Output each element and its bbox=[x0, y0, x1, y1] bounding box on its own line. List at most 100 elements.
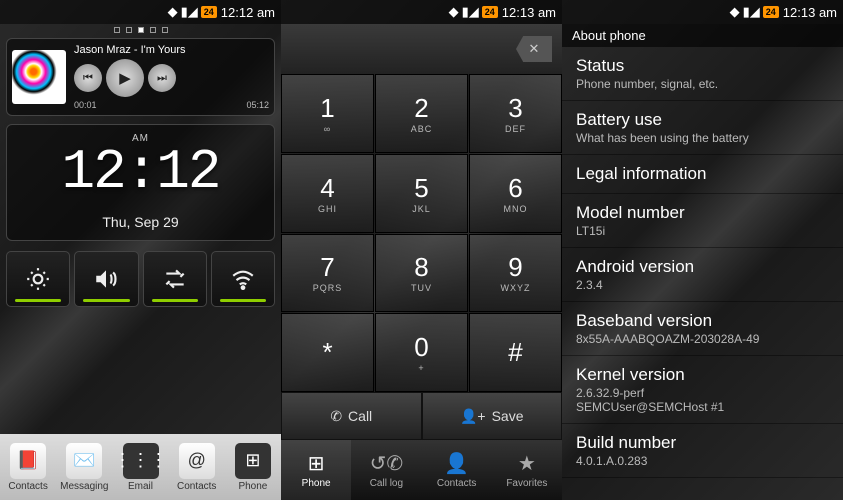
key-9[interactable]: 9WXYZ bbox=[469, 234, 562, 313]
setting-build[interactable]: Build number 4.0.1.A.0.283 bbox=[562, 424, 843, 478]
clock-time: 12:12 bbox=[11, 144, 270, 200]
play-button[interactable]: ▶ bbox=[106, 59, 144, 97]
tab-calllog[interactable]: ↺✆ Call log bbox=[351, 440, 421, 500]
pager-dot[interactable] bbox=[150, 27, 156, 33]
track-title: Jason Mraz - I'm Yours bbox=[74, 44, 269, 56]
key-5[interactable]: 5JKL bbox=[375, 154, 468, 233]
tab-favorites[interactable]: ★ Favorites bbox=[492, 440, 562, 500]
tab-label: Favorites bbox=[506, 478, 547, 489]
wifi-toggle[interactable] bbox=[211, 251, 275, 307]
setting-title: Baseband version bbox=[576, 311, 829, 331]
status-time: 12:13 am bbox=[783, 5, 837, 20]
key-6[interactable]: 6MNO bbox=[469, 154, 562, 233]
signal-icon: ▮◢ bbox=[462, 4, 479, 20]
sync-toggle[interactable] bbox=[143, 251, 207, 307]
music-widget[interactable]: Jason Mraz - I'm Yours ⏮ ▶ ⏭ 00:01 05:12 bbox=[6, 38, 275, 116]
dock-label: Contacts bbox=[177, 481, 216, 492]
contacts-icon: 👤 bbox=[444, 451, 469, 476]
setting-sub: LT15i bbox=[576, 224, 829, 238]
messaging-icon: ✉️ bbox=[66, 443, 102, 479]
setting-title: Kernel version bbox=[576, 365, 829, 385]
setting-android-version[interactable]: Android version 2.3.4 bbox=[562, 248, 843, 302]
pager-dot[interactable] bbox=[114, 27, 120, 33]
sync-icon bbox=[162, 266, 188, 292]
setting-title: Status bbox=[576, 56, 829, 76]
tab-contacts[interactable]: 👤 Contacts bbox=[422, 440, 492, 500]
calllog-icon: ↺✆ bbox=[370, 451, 404, 476]
pager-dot-active[interactable] bbox=[138, 27, 144, 33]
dial-keypad: 1∞ 2ABC 3DEF 4GHI 5JKL 6MNO 7PQRS 8TUV 9… bbox=[281, 74, 562, 392]
call-button[interactable]: ✆ Call bbox=[281, 392, 422, 440]
dialpad-icon: ⊞ bbox=[308, 451, 325, 476]
key-3[interactable]: 3DEF bbox=[469, 74, 562, 153]
dock-email[interactable]: ⋮⋮⋮ Email bbox=[112, 434, 168, 500]
music-info: Jason Mraz - I'm Yours ⏮ ▶ ⏭ 00:01 05:12 bbox=[74, 44, 269, 110]
save-button[interactable]: 👤+ Save bbox=[422, 392, 563, 440]
key-hash[interactable]: # bbox=[469, 313, 562, 392]
clock-widget[interactable]: AM 12:12 Thu, Sep 29 bbox=[6, 124, 275, 241]
key-7[interactable]: 7PQRS bbox=[281, 234, 374, 313]
key-2[interactable]: 2ABC bbox=[375, 74, 468, 153]
status-time: 12:13 am bbox=[502, 5, 556, 20]
dial-display: ✕ bbox=[281, 24, 562, 74]
tab-label: Call log bbox=[370, 478, 403, 489]
dock-contacts2[interactable]: @ Contacts bbox=[169, 434, 225, 500]
network-badge: 24 bbox=[201, 6, 217, 18]
setting-legal[interactable]: Legal information bbox=[562, 155, 843, 194]
dock-label: Email bbox=[128, 481, 153, 492]
status-icons: ◆ ▮◢ 24 bbox=[449, 4, 498, 20]
next-button[interactable]: ⏭ bbox=[148, 64, 176, 92]
status-bar: ◆ ▮◢ 24 12:13 am bbox=[562, 0, 843, 24]
setting-title: Model number bbox=[576, 203, 829, 223]
settings-list[interactable]: Status Phone number, signal, etc. Batter… bbox=[562, 47, 843, 500]
key-star[interactable]: * bbox=[281, 313, 374, 392]
dialer-actions: ✆ Call 👤+ Save bbox=[281, 392, 562, 440]
phone-icon: ⊞ bbox=[235, 443, 271, 479]
setting-sub: 2.3.4 bbox=[576, 278, 829, 292]
key-4[interactable]: 4GHI bbox=[281, 154, 374, 233]
status-icons: ◆ ▮◢ 24 bbox=[730, 4, 779, 20]
setting-model[interactable]: Model number LT15i bbox=[562, 194, 843, 248]
setting-title: Android version bbox=[576, 257, 829, 277]
dock-label: Phone bbox=[238, 481, 267, 492]
elapsed-time: 00:01 bbox=[74, 100, 97, 110]
about-header: About phone bbox=[562, 24, 843, 47]
brightness-icon bbox=[25, 266, 51, 292]
setting-title: Legal information bbox=[576, 164, 829, 184]
setting-baseband[interactable]: Baseband version 8x55A-AAABQOAZM-203028A… bbox=[562, 302, 843, 356]
setting-kernel[interactable]: Kernel version 2.6.32.9-perf SEMCUser@SE… bbox=[562, 356, 843, 424]
brightness-toggle[interactable] bbox=[6, 251, 70, 307]
tab-label: Contacts bbox=[437, 478, 476, 489]
key-1[interactable]: 1∞ bbox=[281, 74, 374, 153]
setting-title: Battery use bbox=[576, 110, 829, 130]
signal-icon: ▮◢ bbox=[181, 4, 198, 20]
setting-battery[interactable]: Battery use What has been using the batt… bbox=[562, 101, 843, 155]
total-time: 05:12 bbox=[246, 100, 269, 110]
prev-button[interactable]: ⏮ bbox=[74, 64, 102, 92]
setting-title: Build number bbox=[576, 433, 829, 453]
key-0[interactable]: 0+ bbox=[375, 313, 468, 392]
sound-icon bbox=[93, 266, 119, 292]
setting-status[interactable]: Status Phone number, signal, etc. bbox=[562, 47, 843, 101]
sound-toggle[interactable] bbox=[74, 251, 138, 307]
album-art bbox=[12, 50, 66, 104]
status-time: 12:12 am bbox=[221, 5, 275, 20]
dock-phone[interactable]: ⊞ Phone bbox=[225, 434, 281, 500]
setting-sub: 8x55A-AAABQOAZM-203028A-49 bbox=[576, 332, 829, 346]
network-badge: 24 bbox=[763, 6, 779, 18]
phone-icon: ✆ bbox=[330, 408, 342, 425]
setting-sub: 4.0.1.A.0.283 bbox=[576, 454, 829, 468]
key-8[interactable]: 8TUV bbox=[375, 234, 468, 313]
dock-messaging[interactable]: ✉️ Messaging bbox=[56, 434, 112, 500]
tab-phone[interactable]: ⊞ Phone bbox=[281, 440, 351, 500]
backspace-button[interactable]: ✕ bbox=[516, 36, 552, 62]
pager-dot[interactable] bbox=[126, 27, 132, 33]
dock-contacts[interactable]: 📕 Contacts bbox=[0, 434, 56, 500]
star-icon: ★ bbox=[518, 451, 536, 476]
pager-dot[interactable] bbox=[162, 27, 168, 33]
status-bar: ◆ ▮◢ 24 12:12 am bbox=[0, 0, 281, 24]
dialer-screen: ◆ ▮◢ 24 12:13 am ✕ 1∞ 2ABC 3DEF 4GHI 5JK… bbox=[281, 0, 562, 500]
tab-label: Phone bbox=[302, 478, 331, 489]
wifi-icon bbox=[230, 266, 256, 292]
dock-label: Messaging bbox=[60, 481, 108, 492]
